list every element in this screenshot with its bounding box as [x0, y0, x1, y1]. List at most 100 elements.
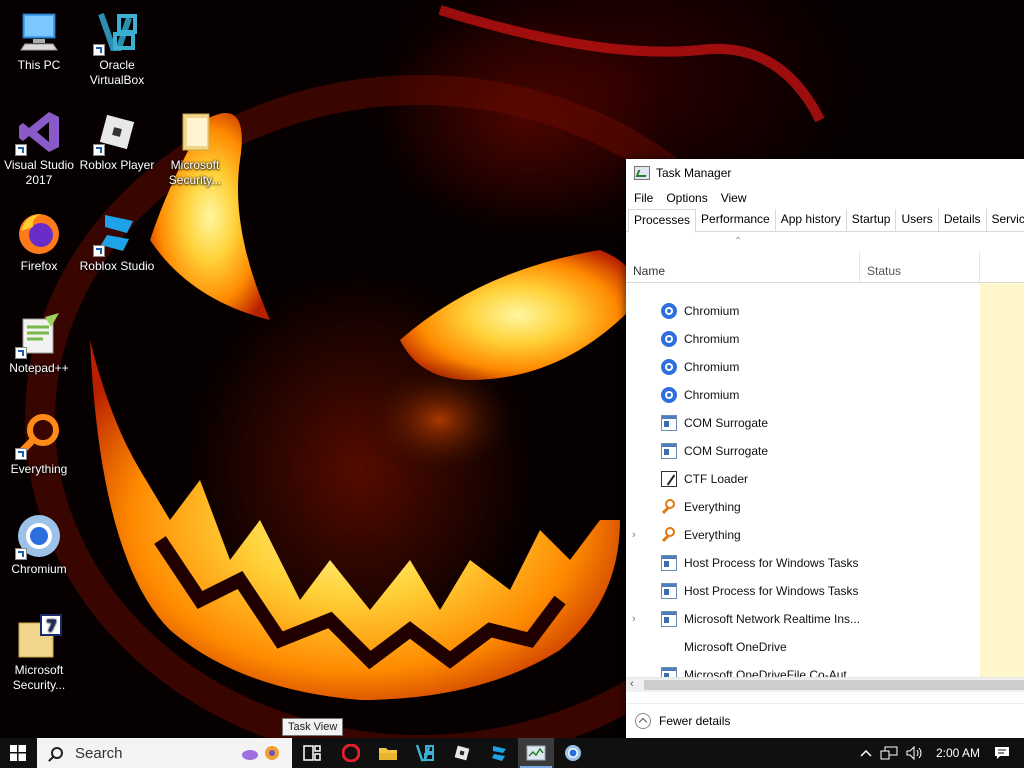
desktop-icon-visual-studio[interactable]: Visual Studio 2017 [1, 108, 77, 188]
process-row[interactable]: Host Process for Windows Tasks [626, 577, 980, 605]
taskbar-file-explorer[interactable] [370, 738, 406, 768]
process-row[interactable]: Microsoft OneDrive [626, 633, 980, 661]
desktop-icon-label-line2: 2017 [25, 173, 53, 187]
desktop-icon-virtualbox[interactable]: Oracle VirtualBox [79, 8, 155, 88]
notification-icon [995, 747, 1009, 759]
desktop-icon-label: Chromium [11, 562, 67, 576]
tab-strip: Processes Performance App history Startu… [626, 209, 1024, 233]
tab-app-history[interactable]: App history [776, 209, 847, 231]
window-icon [661, 555, 677, 571]
tab-details[interactable]: Details [939, 209, 987, 231]
chevron-up-circle-icon [635, 713, 651, 729]
sort-indicator-row: ⌃ [626, 232, 1024, 252]
desktop-icon-microsoft-security-folder[interactable]: Microsoft Security... [157, 108, 233, 188]
desktop-icon-notepadpp[interactable]: Notepad++ [1, 311, 77, 376]
window-icon [661, 667, 677, 677]
process-row[interactable]: Host Process for Windows Tasks [626, 549, 980, 577]
column-header-filler [980, 252, 1024, 282]
desktop-icon-label: Firefox [20, 259, 58, 273]
process-row[interactable]: Chromium [626, 297, 980, 325]
desktop-icon-label: Visual Studio [4, 158, 74, 172]
shortcut-arrow-icon [93, 44, 105, 56]
process-list[interactable]: Chromium Chromium Chromium Chromium COM … [626, 283, 1024, 677]
speaker-icon [906, 746, 922, 760]
tab-processes[interactable]: Processes [628, 209, 697, 233]
tab-services[interactable]: Services [987, 209, 1024, 231]
taskbar-roblox-player[interactable] [444, 738, 480, 768]
process-row[interactable]: COM Surrogate [626, 437, 980, 465]
process-row[interactable]: Chromium [626, 325, 980, 353]
scroll-left-icon[interactable]: ‹ [630, 678, 634, 690]
process-list-viewport: Chromium Chromium Chromium Chromium COM … [626, 283, 980, 677]
desktop-icon-microsoft-security-archive[interactable]: 7 Microsoft Security... [1, 613, 77, 693]
firefox-icon [15, 209, 63, 257]
process-row[interactable]: Microsoft OneDriveFile Co-Aut... [626, 661, 980, 677]
desktop-icon-firefox[interactable]: Firefox [1, 209, 77, 274]
taskbar-opera[interactable] [333, 738, 369, 768]
menu-file[interactable]: File [632, 191, 660, 205]
desktop-icon-roblox-studio[interactable]: Roblox Studio [79, 209, 155, 274]
clock[interactable]: 2:00 AM [936, 746, 980, 760]
windows-logo-icon [10, 745, 26, 761]
process-row[interactable]: Everything [626, 493, 980, 521]
menu-bar: File Options View [626, 187, 1024, 209]
title-bar[interactable]: Task Manager [626, 159, 1024, 187]
process-name: COM Surrogate [684, 416, 769, 430]
process-row-clipped [626, 283, 980, 297]
taskbar-roblox-studio[interactable] [481, 738, 517, 768]
expand-chevron-icon[interactable]: › [632, 529, 644, 541]
process-row[interactable]: › Everything [626, 521, 980, 549]
volume-button[interactable] [906, 746, 924, 760]
process-row[interactable]: › Microsoft Network Realtime Ins... [626, 605, 980, 633]
sort-ascending-icon: ⌃ [734, 236, 743, 247]
process-row[interactable]: Chromium [626, 381, 980, 409]
menu-options[interactable]: Options [664, 191, 714, 205]
desktop-icon-this-pc[interactable]: This PC [1, 8, 77, 73]
archive-7zip-icon: 7 [15, 613, 63, 661]
task-view-tooltip: Task View [282, 718, 344, 736]
window-icon [661, 443, 677, 459]
fewer-details-button[interactable]: Fewer details [626, 703, 1024, 738]
taskbar-virtualbox[interactable] [407, 738, 443, 768]
process-row[interactable]: CTF Loader [626, 465, 980, 493]
menu-view[interactable]: View [719, 191, 754, 205]
this-pc-icon [15, 8, 63, 56]
process-row[interactable]: Chromium [626, 353, 980, 381]
expand-chevron-icon[interactable]: › [632, 613, 644, 625]
process-row[interactable]: COM Surrogate [626, 409, 980, 437]
roblox-player-icon [454, 745, 470, 761]
search-icon [51, 747, 63, 759]
everything-icon [661, 527, 677, 543]
everything-icon [15, 412, 63, 460]
column-header-status[interactable]: Status [860, 252, 980, 282]
search-placeholder: Search [75, 744, 123, 762]
fewer-details-label: Fewer details [659, 714, 731, 728]
search-box[interactable]: Search [37, 738, 292, 768]
horizontal-scrollbar[interactable]: ‹ [626, 677, 1024, 692]
column-header: Name Status [626, 252, 1024, 283]
desktop-icon-chromium[interactable]: Chromium [1, 512, 77, 577]
tab-startup[interactable]: Startup [847, 209, 897, 231]
show-hidden-icons-button[interactable] [860, 749, 872, 757]
task-manager-window[interactable]: Task Manager File Options View Processes… [626, 159, 1024, 738]
notification-center-button[interactable] [994, 746, 1010, 760]
desktop-icon-label: Microsoft [170, 158, 220, 172]
desktop-icon-everything[interactable]: Everything [1, 412, 77, 477]
desktop-icon-label-line2: VirtualBox [89, 73, 145, 87]
start-button[interactable] [0, 738, 36, 768]
folder-icon [171, 108, 219, 156]
network-icon [880, 746, 898, 760]
tab-users[interactable]: Users [896, 209, 939, 231]
blank-icon [661, 639, 677, 655]
shortcut-arrow-icon [15, 347, 27, 359]
taskbar-task-manager[interactable] [518, 738, 554, 768]
scrollbar-thumb[interactable] [644, 680, 1024, 690]
tab-performance[interactable]: Performance [696, 209, 776, 231]
column-header-name[interactable]: Name [626, 252, 860, 282]
taskbar-chromium[interactable] [555, 738, 591, 768]
network-button[interactable] [880, 746, 898, 760]
desktop-icon-label: This PC [17, 58, 61, 72]
chromium-icon [661, 387, 677, 403]
desktop-icon-roblox-player[interactable]: Roblox Player [79, 108, 155, 173]
task-view-button[interactable] [294, 738, 330, 768]
